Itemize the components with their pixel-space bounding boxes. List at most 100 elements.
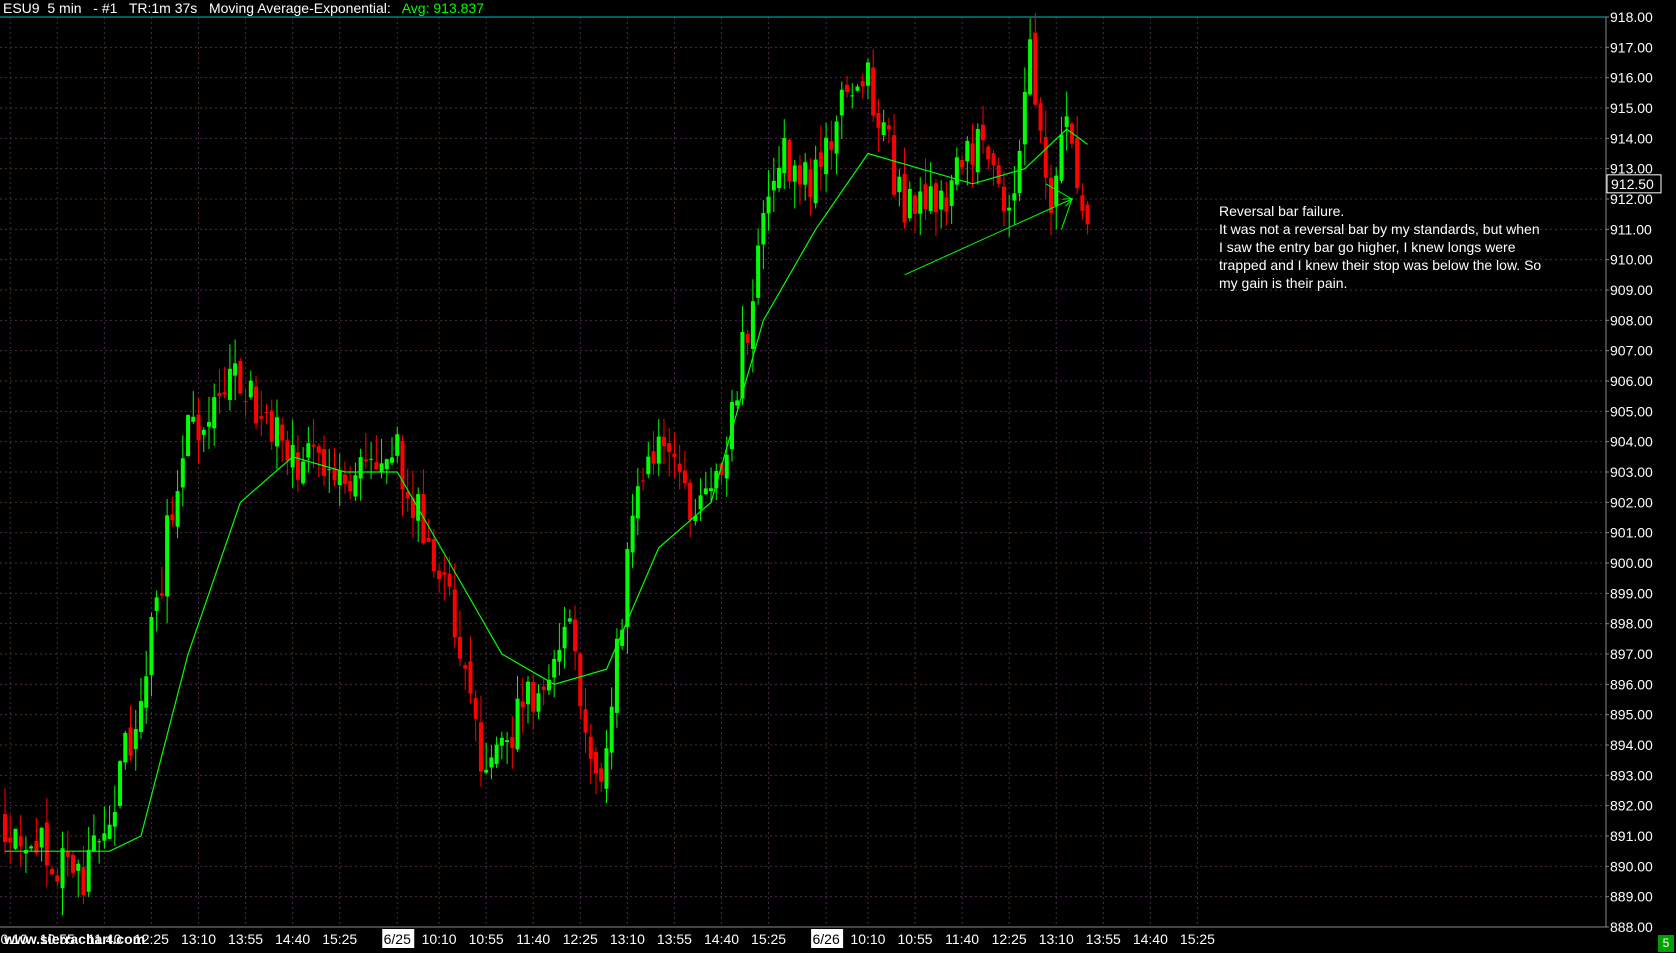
candle-up — [180, 458, 185, 488]
candle-up — [369, 458, 374, 460]
y-tick-label: 915.00 — [1610, 100, 1653, 116]
y-tick-label: 888.00 — [1610, 919, 1653, 935]
candle-up — [206, 422, 211, 427]
candle-down — [667, 443, 672, 453]
candle-up — [918, 191, 923, 214]
x-tick-label: 11:40 — [945, 931, 979, 947]
candle-up — [1059, 134, 1064, 181]
candle-up — [138, 701, 143, 733]
candle-up — [635, 486, 640, 519]
candle-up — [191, 416, 196, 422]
candle-down — [510, 736, 515, 749]
x-tick-label: 14:40 — [1133, 931, 1168, 947]
x-tick-label: 15:25 — [1180, 931, 1215, 947]
y-axis-tick-labels: 918.00917.00916.00915.00914.00913.00912.… — [1606, 9, 1653, 935]
candle-up — [337, 470, 342, 485]
candle-down — [295, 452, 300, 480]
candle-up — [646, 456, 651, 475]
candle-up — [91, 835, 96, 852]
candle-down — [996, 165, 1001, 184]
candle-up — [102, 833, 107, 841]
candle-up — [76, 863, 81, 871]
candle-up — [175, 491, 180, 527]
candle-up — [756, 245, 761, 298]
candle-down — [363, 459, 368, 462]
candle-down — [808, 169, 813, 198]
candle-down — [348, 480, 353, 492]
y-tick-label: 896.00 — [1610, 676, 1653, 692]
candle-down — [8, 837, 13, 843]
candle-up — [975, 128, 980, 173]
x-tick-label: 11:40 — [516, 931, 550, 947]
candle-down — [280, 424, 285, 441]
candle-up — [1007, 207, 1012, 211]
candle-down — [902, 173, 907, 223]
candle-down — [991, 153, 996, 166]
candle-up — [536, 693, 541, 712]
candle-up — [939, 190, 944, 210]
y-tick-label: 908.00 — [1610, 312, 1653, 328]
candle-down — [269, 410, 274, 442]
candle-up — [782, 138, 787, 174]
candle-down — [44, 822, 49, 866]
candle-down — [845, 84, 850, 92]
candle-up — [813, 159, 818, 204]
candle-down — [583, 709, 588, 733]
candle-down — [933, 183, 938, 213]
candle-up — [1017, 150, 1022, 193]
candle-down — [682, 470, 687, 484]
y-tick-label: 895.00 — [1610, 707, 1653, 723]
candle-up — [499, 737, 504, 746]
candle-up — [212, 397, 217, 429]
candle-down — [573, 619, 578, 652]
y-tick-label: 917.00 — [1610, 39, 1653, 55]
sierrachart-logo: www.sierrachart.com — [4, 931, 146, 947]
candle-up — [630, 515, 635, 553]
candle-up — [526, 681, 530, 705]
x-tick-label: 15:25 — [322, 931, 357, 947]
candle-up — [557, 649, 562, 662]
candle-up — [803, 162, 808, 185]
candle-down — [50, 868, 55, 875]
corner-badge[interactable]: 5 — [1658, 935, 1674, 952]
candle-down — [520, 701, 525, 708]
candle-down — [3, 814, 7, 843]
candle-up — [850, 95, 855, 97]
candle-down — [531, 682, 536, 712]
price-chart[interactable]: 918.00917.00916.00915.00914.00913.00912.… — [0, 0, 1676, 953]
candle-down — [787, 139, 792, 182]
candle-up — [505, 740, 510, 743]
current-price-label: 912.50 — [1611, 176, 1654, 192]
x-axis-tick-labels: 10:10 10:55 11:40 12:25 13:10 13:55 14:40 15:25… — [0, 929, 1215, 948]
candle-up — [771, 180, 776, 191]
candle-up — [107, 824, 112, 839]
candle-down — [913, 195, 918, 214]
y-tick-label: 897.00 — [1610, 646, 1653, 662]
candle-down — [463, 665, 468, 669]
candle-down — [170, 514, 175, 521]
y-tick-label: 905.00 — [1610, 403, 1653, 419]
candle-down — [1001, 186, 1006, 212]
annotation-line: Reversal bar failure. — [1219, 203, 1345, 219]
annotation-line: trapped and I knew their stop was below … — [1219, 257, 1542, 273]
price-bars — [3, 12, 1090, 916]
candle-down — [426, 537, 431, 542]
candle-up — [154, 597, 159, 611]
x-tick-label: 14:40 — [704, 931, 739, 947]
candle-up — [724, 454, 729, 479]
candle-down — [1080, 195, 1085, 211]
candle-down — [311, 444, 316, 447]
chart-annotation-text[interactable]: Reversal bar failure. It was not a rever… — [1219, 202, 1584, 292]
y-tick-label: 893.00 — [1610, 767, 1653, 783]
candle-down — [222, 392, 227, 395]
candle-up — [301, 461, 306, 484]
candle-down — [661, 436, 666, 447]
candle-down — [860, 81, 865, 87]
y-tick-label: 918.00 — [1610, 9, 1653, 25]
x-tick-label: 14:40 — [275, 931, 310, 947]
y-tick-label: 903.00 — [1610, 464, 1653, 480]
candle-up — [709, 488, 714, 492]
candle-up — [390, 457, 395, 463]
candle-down — [641, 480, 646, 482]
candle-up — [60, 848, 65, 889]
